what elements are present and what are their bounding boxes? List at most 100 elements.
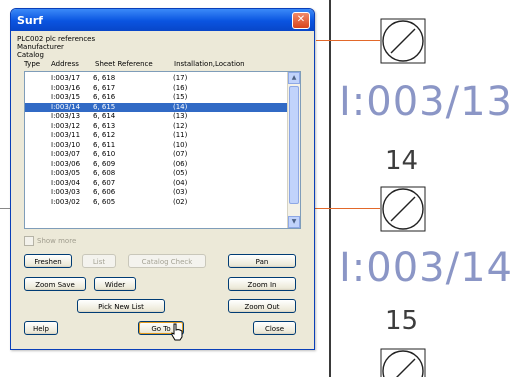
close-button[interactable]: Close (253, 321, 296, 335)
address-cell: I:003/05 (51, 169, 81, 177)
plc-input-symbol-15 (380, 348, 426, 377)
sheet-reference-cell: 6, 605 (93, 197, 116, 206)
address-cell: I:003/11 (51, 131, 81, 139)
location-cell: (03) (173, 188, 188, 196)
address-cell: I:003/14 (51, 102, 81, 111)
references-list: I:003/17 6, 618 (17) I:003/16 6, 617 (16) I:00… (25, 74, 287, 207)
info-line-catalog: Catalog (17, 51, 44, 59)
location-cell: (17) (173, 74, 188, 82)
list-item[interactable]: I:003/04 6, 607 (04) (25, 179, 287, 189)
zoom-save-button[interactable]: Zoom Save (24, 277, 86, 291)
dialog-titlebar[interactable]: Surf ✕ (11, 9, 314, 31)
info-line-manufacturer: Manufacturer (17, 43, 64, 51)
location-cell: (16) (173, 83, 188, 92)
show-more-label: Show more (37, 237, 77, 245)
list-item[interactable]: I:003/15 6, 616 (15) (25, 93, 287, 103)
address-cell: I:003/03 (51, 188, 81, 196)
list-item[interactable]: I:003/07 6, 610 (07) (25, 150, 287, 160)
address-cell: I:003/10 (51, 140, 81, 149)
sheet-reference-cell: 6, 609 (93, 159, 116, 168)
plc-input-symbol-13 (380, 18, 426, 64)
surf-dialog: Surf ✕ PLC002 plc references Manufacture… (10, 8, 315, 350)
wire-line-middle (314, 208, 380, 209)
sheet-reference-cell: 6, 617 (93, 83, 116, 92)
column-header-installation-location: Installation,Location (174, 60, 245, 68)
list-item[interactable]: I:003/03 6, 606 (03) (25, 188, 287, 198)
location-cell: (07) (173, 150, 188, 158)
wire-stub-left (0, 208, 10, 209)
address-cell: I:003/06 (51, 159, 81, 168)
info-line-plc: PLC002 plc references (17, 35, 96, 43)
column-header-address: Address (51, 60, 79, 68)
sheet-reference-cell: 6, 607 (93, 178, 116, 187)
sheet-reference-cell: 6, 616 (93, 93, 116, 101)
list-item[interactable]: I:003/05 6, 608 (05) (25, 169, 287, 179)
freshen-button[interactable]: Freshen (24, 254, 72, 268)
sheet-reference-cell: 6, 613 (93, 121, 116, 130)
list-item[interactable]: I:003/10 6, 611 (10) (25, 141, 287, 151)
location-cell: (13) (173, 112, 188, 120)
plc-address-label-1: I:003/13 (339, 79, 513, 125)
wider-button[interactable]: Wider (94, 277, 136, 291)
wire-line-top (316, 40, 380, 41)
hand-pointer-icon (171, 323, 183, 341)
plc-address-label-2: I:003/14 (339, 245, 513, 291)
address-cell: I:003/07 (51, 150, 81, 158)
sheet-reference-cell: 6, 612 (93, 131, 116, 139)
location-cell: (04) (173, 178, 188, 187)
address-cell: I:003/13 (51, 112, 81, 120)
address-cell: I:003/16 (51, 83, 81, 92)
catalog-check-button[interactable]: Catalog Check (128, 254, 206, 268)
list-item[interactable]: I:003/06 6, 609 (06) (25, 160, 287, 170)
rung-number-label-2: 15 (385, 306, 419, 336)
list-item[interactable]: I:003/12 6, 613 (12) (25, 122, 287, 132)
sheet-reference-cell: 6, 606 (93, 188, 116, 196)
reference-info: PLC002 plc references Manufacturer Catal… (17, 35, 95, 59)
sheet-reference-cell: 6, 615 (93, 102, 116, 111)
location-cell: (06) (173, 159, 188, 168)
ladder-rail-line (329, 0, 331, 377)
scroll-down-icon[interactable]: ▼ (288, 216, 300, 228)
sheet-reference-cell: 6, 618 (93, 74, 116, 82)
column-header-sheet-reference: Sheet Reference (95, 60, 153, 68)
zoom-in-button[interactable]: Zoom In (228, 277, 296, 291)
list-item[interactable]: I:003/17 6, 618 (17) (25, 74, 287, 84)
sheet-reference-cell: 6, 614 (93, 112, 116, 120)
location-cell: (14) (173, 102, 188, 111)
address-cell: I:003/02 (51, 197, 81, 206)
location-cell: (05) (173, 169, 188, 177)
list-item[interactable]: I:003/13 6, 614 (13) (25, 112, 287, 122)
location-cell: (11) (173, 131, 188, 139)
dialog-title: Surf (17, 13, 43, 27)
location-cell: (02) (173, 197, 188, 206)
pick-new-list-button[interactable]: Pick New List (77, 299, 165, 313)
list-item[interactable]: I:003/16 6, 617 (16) (25, 84, 287, 94)
sheet-reference-cell: 6, 610 (93, 150, 116, 158)
location-cell: (12) (173, 121, 188, 130)
address-cell: I:003/17 (51, 74, 81, 82)
zoom-out-button[interactable]: Zoom Out (228, 299, 296, 313)
sheet-reference-cell: 6, 611 (93, 140, 116, 149)
list-scrollbar[interactable]: ▲ ▼ (287, 72, 300, 228)
pan-button[interactable]: Pan (228, 254, 296, 268)
rung-number-label-1: 14 (385, 146, 419, 176)
show-more-checkbox[interactable]: Show more (24, 236, 76, 246)
close-icon[interactable]: ✕ (292, 12, 310, 29)
scroll-thumb[interactable] (289, 86, 299, 204)
references-listbox[interactable]: I:003/17 6, 618 (17) I:003/16 6, 617 (16) I:00… (24, 71, 301, 229)
column-header-type: Type (24, 60, 41, 68)
location-cell: (10) (173, 140, 188, 149)
address-cell: I:003/15 (51, 93, 81, 101)
sheet-reference-cell: 6, 608 (93, 169, 116, 177)
address-cell: I:003/12 (51, 121, 81, 130)
help-button[interactable]: Help (24, 321, 58, 335)
list-button[interactable]: List (82, 254, 116, 268)
list-item[interactable]: I:003/02 6, 605 (02) (25, 198, 287, 208)
list-item[interactable]: I:003/11 6, 612 (11) (25, 131, 287, 141)
location-cell: (15) (173, 93, 188, 101)
plc-input-symbol-14 (380, 186, 426, 232)
checkbox-box[interactable] (24, 236, 34, 246)
scroll-up-icon[interactable]: ▲ (288, 72, 300, 84)
list-item[interactable]: I:003/14 6, 615 (14) (25, 102, 287, 112)
address-cell: I:003/04 (51, 178, 81, 187)
